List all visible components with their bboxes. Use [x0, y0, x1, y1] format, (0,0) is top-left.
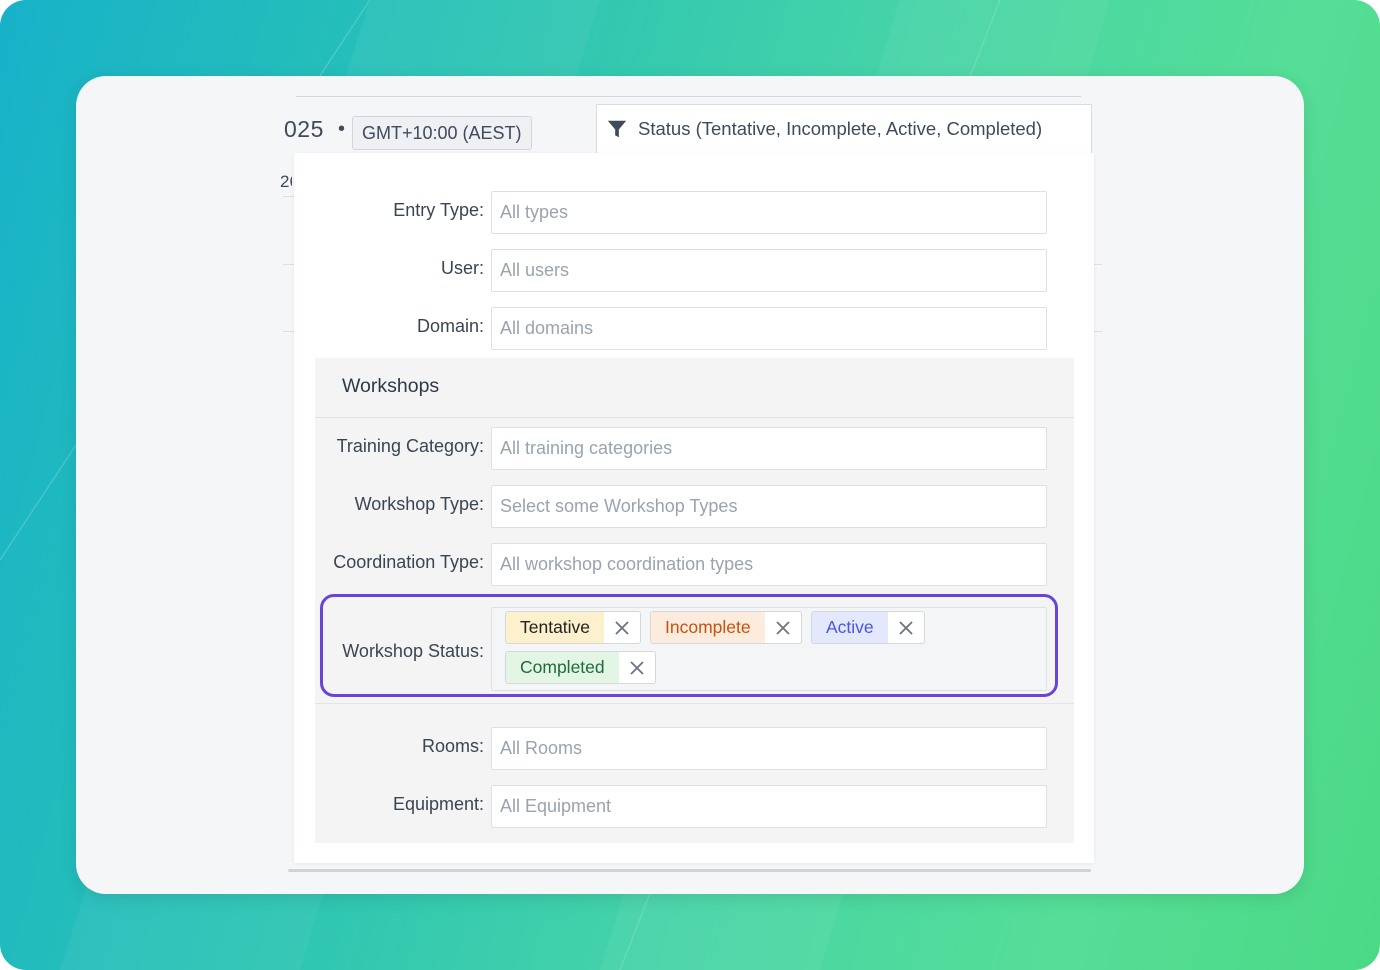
close-icon[interactable] [619, 652, 655, 683]
right-row-divider [1094, 264, 1102, 265]
filter-panel: Entry Type: All types User: All users Do… [294, 153, 1094, 863]
filter-icon [607, 120, 627, 138]
status-tag-active: Active [811, 611, 925, 644]
status-filter-button[interactable]: Status (Tentative, Incomplete, Active, C… [596, 104, 1092, 153]
bottom-divider [288, 869, 1091, 872]
entry-type-row: Entry Type: All types [294, 191, 1094, 235]
equipment-row: Equipment: All Equipment [294, 785, 1094, 829]
workshops-title: Workshops [342, 375, 440, 397]
close-icon[interactable] [765, 612, 801, 643]
coordination-type-select[interactable]: All workshop coordination types [491, 543, 1047, 586]
timezone-badge[interactable]: GMT+10:00 (AEST) [352, 116, 532, 150]
domain-label: Domain: [416, 316, 484, 336]
separator-dot: • [338, 118, 346, 140]
entry-type-label: Entry Type: [393, 200, 484, 220]
training-category-row: Training Category: All training categori… [294, 427, 1094, 471]
status-tag-label: Incomplete [651, 612, 765, 643]
rooms-select[interactable]: All Rooms [491, 727, 1047, 770]
workshop-type-select[interactable]: Select some Workshop Types [491, 485, 1047, 528]
status-tag-incomplete: Incomplete [650, 611, 802, 644]
status-tag-label: Completed [506, 652, 619, 683]
equipment-select[interactable]: All Equipment [491, 785, 1047, 828]
status-tag-completed: Completed [505, 651, 656, 684]
close-icon[interactable] [604, 612, 640, 643]
section-divider [315, 703, 1074, 704]
status-tag-label: Active [812, 612, 888, 643]
row-fragment: 26 [280, 172, 292, 191]
entry-type-select[interactable]: All types [491, 191, 1047, 234]
training-category-select[interactable]: All training categories [491, 427, 1047, 470]
user-row: User: All users [294, 249, 1094, 293]
user-label: User: [440, 258, 484, 278]
workshops-header: Workshops [315, 358, 1074, 418]
right-row-divider [1094, 331, 1102, 332]
training-category-label: Training Category: [336, 436, 484, 456]
screenshot-card: 025 • GMT+10:00 (AEST) 26 Status (Tentat… [76, 76, 1304, 894]
status-filter-label: Status (Tentative, Incomplete, Active, C… [638, 118, 1043, 139]
rooms-row: Rooms: All Rooms [294, 727, 1094, 771]
coordination-type-label: Coordination Type: [333, 552, 484, 572]
rooms-label: Rooms: [421, 736, 484, 756]
status-tag-label: Tentative [506, 612, 605, 643]
status-tag-tentative: Tentative [505, 611, 642, 644]
workshops-section: Workshops Training Category: All trainin… [315, 358, 1074, 843]
workshop-type-row: Workshop Type: Select some Workshop Type… [294, 485, 1094, 529]
domain-row: Domain: All domains [294, 307, 1094, 351]
user-select[interactable]: All users [491, 249, 1047, 292]
domain-select[interactable]: All domains [491, 307, 1047, 350]
equipment-label: Equipment: [392, 794, 484, 814]
close-icon[interactable] [888, 612, 924, 643]
top-divider [296, 96, 1081, 97]
workshop-type-label: Workshop Type: [354, 494, 484, 514]
date-fragment: 025 [284, 116, 324, 142]
coordination-type-row: Coordination Type: All workshop coordina… [294, 543, 1094, 587]
workshop-status-label: Workshop Status: [342, 641, 484, 661]
